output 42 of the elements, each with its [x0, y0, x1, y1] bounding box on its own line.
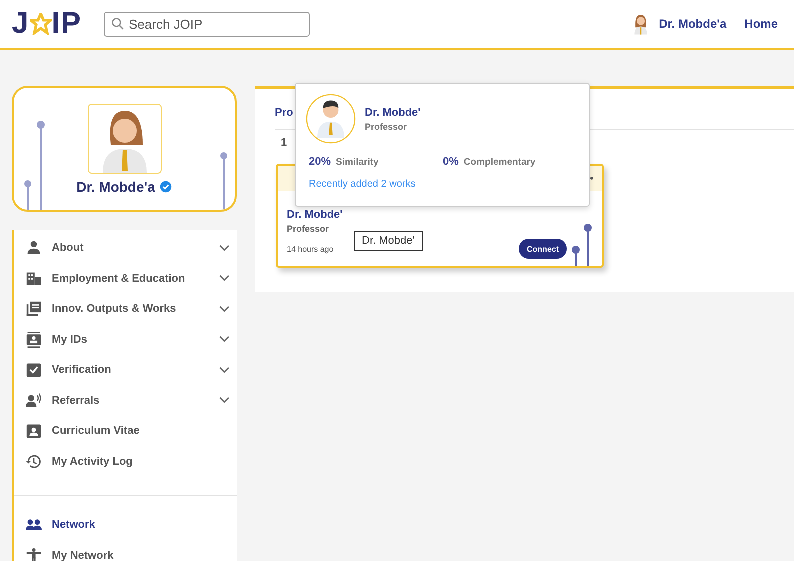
result-count: 1: [281, 137, 288, 149]
clipboard-icon: [26, 362, 42, 378]
post-time: 14 hours ago: [287, 245, 334, 254]
logo[interactable]: J IP: [12, 7, 92, 41]
name-tooltip: Dr. Mobde': [354, 231, 423, 251]
menu-item[interactable]: My IDs: [14, 324, 237, 355]
complementary-label: Complementary: [464, 157, 536, 168]
complementary-value: 0%: [443, 156, 459, 168]
menu-item[interactable]: Innov. Outputs & Works: [14, 294, 237, 324]
decoration-drawing: [571, 224, 595, 266]
panel-heading: Pro: [275, 107, 294, 119]
popup-role: Professor: [365, 122, 408, 132]
menu-item[interactable]: Network: [14, 510, 237, 540]
similarity-label: Similarity: [336, 157, 379, 168]
similarity-value: 20%: [309, 156, 332, 168]
menu-item[interactable]: My Activity Log: [14, 446, 237, 477]
menu-item[interactable]: Referrals: [14, 386, 237, 416]
people-icon: [26, 517, 42, 534]
connect-button[interactable]: Connect: [519, 239, 567, 259]
profile-name: Dr. Mobde'a: [76, 179, 156, 195]
popup-name[interactable]: Dr. Mobde': [365, 106, 421, 118]
badge-icon: [26, 332, 42, 348]
search-field[interactable]: Search JOIP: [104, 12, 310, 36]
menu-item[interactable]: My Network: [14, 540, 237, 561]
menu-item[interactable]: Employment & Education: [14, 264, 237, 294]
menu-item[interactable]: Curriculum Vitae: [14, 416, 237, 446]
figure-icon: [26, 548, 42, 561]
building-icon: [26, 270, 42, 287]
library-icon: [26, 301, 42, 318]
user-link[interactable]: Dr. Mobde'a: [659, 17, 727, 31]
person-icon: [26, 240, 42, 256]
home-link[interactable]: Home: [744, 17, 778, 31]
avatar-figure: [306, 94, 356, 144]
menu-item[interactable]: Verification: [14, 355, 237, 386]
speaker-icon: [26, 392, 42, 409]
avatar-icon[interactable]: [632, 13, 650, 35]
history-icon: [26, 454, 42, 470]
person-name[interactable]: Dr. Mobde': [287, 209, 343, 221]
person-role: Professor: [287, 224, 330, 234]
cv-icon: [26, 423, 42, 440]
search-icon: [111, 16, 125, 30]
menu-item[interactable]: About: [14, 233, 237, 264]
